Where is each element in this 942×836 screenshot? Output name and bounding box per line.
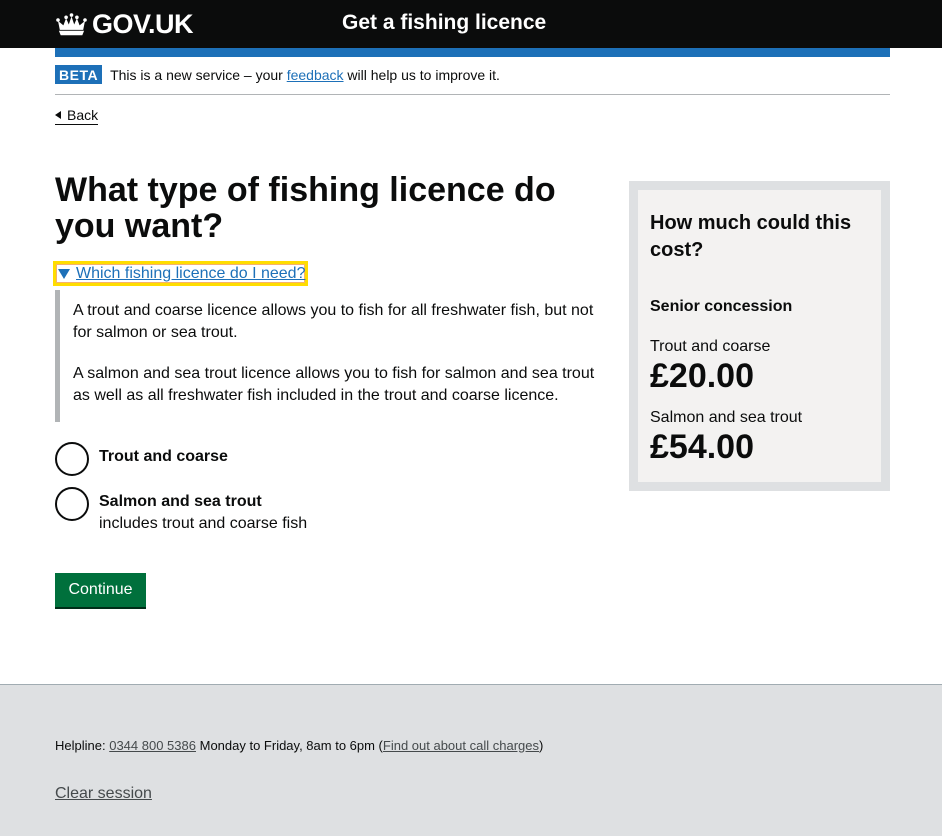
price-label: Trout and coarse — [650, 338, 771, 355]
details-paragraph: A salmon and sea trout licence allows yo… — [73, 365, 595, 404]
radio-labels: Salmon and sea trout includes trout and … — [99, 487, 307, 536]
radio-trout-and-coarse[interactable]: Trout and coarse — [55, 442, 228, 476]
price-label: Salmon and sea trout — [650, 409, 803, 426]
price-value: £54.00 — [650, 428, 754, 466]
phase-banner: BETA This is a new service – your feedba… — [55, 65, 890, 95]
helpline-hours: Monday to Friday, 8am to 6pm ( — [199, 738, 383, 753]
header-blue-bar — [55, 48, 890, 57]
cost-panel: How much could this cost? Senior concess… — [629, 181, 890, 491]
site-header: GOV.UK Get a fishing licence — [0, 0, 942, 48]
details-paragraph: A trout and coarse licence allows you to… — [73, 302, 594, 341]
logo-text: GOV.UK — [92, 9, 194, 39]
crown-icon — [56, 13, 87, 36]
phase-tag: BETA — [55, 65, 103, 84]
price-value: £20.00 — [650, 357, 754, 395]
call-charges-link[interactable]: Find out about call charges — [383, 738, 539, 753]
radio-salmon-and-sea-trout[interactable]: Salmon and sea trout includes trout and … — [55, 487, 307, 536]
back-link[interactable]: Back — [55, 106, 99, 125]
cost-panel-inner: How much could this cost? Senior concess… — [638, 190, 881, 482]
phase-text-after: will help us to improve it. — [347, 67, 500, 83]
radio-hint: includes trout and coarse fish — [99, 515, 308, 532]
radio-labels: Trout and coarse — [99, 442, 228, 476]
clear-session-link[interactable]: Clear session — [55, 785, 152, 803]
helpline-label: Helpline: — [55, 738, 106, 753]
radio-input[interactable] — [55, 487, 89, 521]
continue-button[interactable]: Continue — [55, 573, 146, 607]
cost-panel-title: How much could this cost? — [650, 212, 852, 261]
triangle-down-icon — [58, 268, 70, 279]
radio-input[interactable] — [55, 442, 89, 476]
phase-text-before: This is a new service – your — [110, 67, 283, 83]
helpline: Helpline: 0344 800 5386 Monday to Friday… — [55, 738, 543, 754]
phase-text: This is a new service – your feedback wi… — [110, 65, 500, 85]
helpline-phone-link[interactable]: 0344 800 5386 — [109, 738, 196, 753]
page-title: What type of fishing licence do you want… — [55, 171, 556, 245]
details-text: A trout and coarse licence allows you to… — [55, 290, 595, 422]
feedback-link[interactable]: feedback — [287, 67, 344, 83]
service-name-link[interactable]: Get a fishing licence — [342, 11, 546, 35]
details-summary-text[interactable]: Which fishing licence do I need? — [76, 265, 305, 283]
details-summary[interactable]: Which fishing licence do I need? — [53, 261, 309, 286]
radio-label[interactable]: Trout and coarse — [99, 447, 228, 467]
site-footer: Helpline: 0344 800 5386 Monday to Friday… — [0, 684, 942, 836]
cost-panel-subtitle: Senior concession — [650, 298, 793, 315]
govuk-logo-link[interactable]: GOV.UK — [55, 9, 194, 40]
radio-label[interactable]: Salmon and sea trout — [99, 492, 307, 512]
helpline-close: ) — [539, 738, 544, 753]
